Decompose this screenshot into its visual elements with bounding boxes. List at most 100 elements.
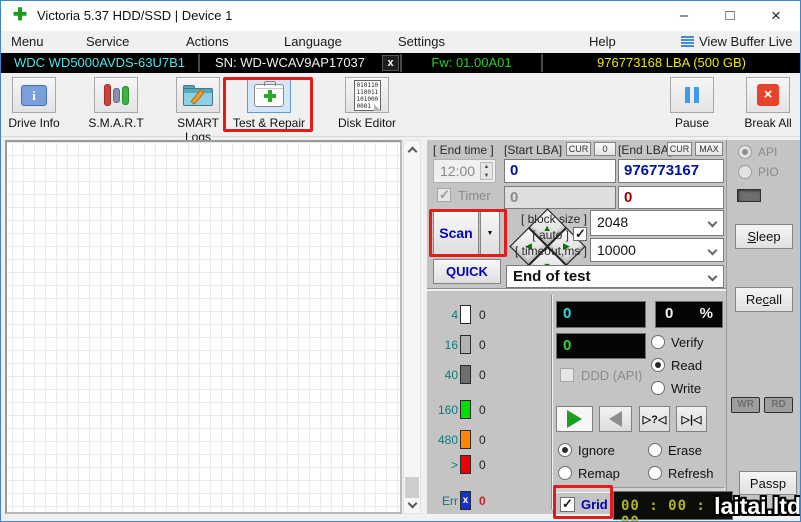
drive-info-icon: i xyxy=(21,85,47,106)
back-button[interactable] xyxy=(599,406,632,432)
side-strip-panel: API PIO Sleep Recall WR RD Passp xyxy=(726,140,800,514)
menu-item-help[interactable]: Help xyxy=(585,31,620,53)
device-firmware: Fw: 01.00A01 xyxy=(402,53,541,73)
erase-radio[interactable] xyxy=(648,443,662,457)
device-close-icon[interactable]: x xyxy=(382,55,399,71)
end-lba-cur-button[interactable]: CUR xyxy=(667,142,692,156)
start-lba-input[interactable]: 0 xyxy=(504,159,616,183)
menu-item-menu[interactable]: Menu xyxy=(7,31,48,53)
titlebar: ✚ Victoria 5.37 HDD/SSD | Device 1 – □ × xyxy=(1,1,800,31)
remap-radio[interactable] xyxy=(558,466,572,480)
menu-item-view-buffer-live[interactable]: View Buffer Live xyxy=(695,31,796,53)
read-radio[interactable] xyxy=(651,358,665,372)
api-radio[interactable] xyxy=(738,145,752,159)
write-radio[interactable] xyxy=(651,381,665,395)
menu-item-actions[interactable]: Actions xyxy=(182,31,233,53)
ddd-api-checkbox[interactable] xyxy=(560,368,574,382)
passp-button[interactable]: Passp xyxy=(739,471,797,495)
sleep-button[interactable]: Sleep xyxy=(735,224,793,249)
legend-label: 160 xyxy=(427,403,458,417)
annotation-box-grid xyxy=(553,485,613,519)
legend-label: Err xyxy=(427,494,458,508)
pause-icon xyxy=(685,87,699,103)
minimize-button[interactable]: – xyxy=(661,1,707,31)
end-of-test-combo[interactable]: End of test xyxy=(506,265,724,288)
victoria-app-window: ✚ Victoria 5.37 HDD/SSD | Device 1 – □ ×… xyxy=(0,0,801,522)
legend-count: 0 xyxy=(479,368,486,382)
verify-radio[interactable] xyxy=(651,335,665,349)
auto-label: [ auto ] xyxy=(507,228,569,242)
legend-label: 40 xyxy=(427,368,458,382)
scroll-up-icon[interactable] xyxy=(404,141,420,158)
maximize-button[interactable]: □ xyxy=(707,1,753,31)
rd-button[interactable]: RD xyxy=(764,397,793,413)
play-button[interactable] xyxy=(556,406,593,432)
start-lba-secondary-input: 0 xyxy=(504,186,616,209)
pause-button[interactable]: Pause xyxy=(664,77,720,130)
menu-item-service[interactable]: Service xyxy=(82,31,133,53)
pio-radio[interactable] xyxy=(738,165,752,179)
spinner-arrows-icon[interactable]: ▲▼ xyxy=(480,162,493,180)
scan-grid-map[interactable] xyxy=(5,140,402,514)
binary-page-icon: 010110110011 1010000001 xyxy=(354,80,381,111)
menubar: Menu Service Actions Language Settings H… xyxy=(1,31,800,53)
legend-block xyxy=(460,455,471,474)
lcd-defects-display: 0 xyxy=(556,333,646,359)
ignore-radio[interactable] xyxy=(558,443,572,457)
remap-label: Remap xyxy=(578,466,620,481)
start-lba-cur-button[interactable]: CUR xyxy=(566,142,591,156)
combo-chevron-icon xyxy=(708,218,718,228)
legend-label: 480 xyxy=(427,433,458,447)
scrollbar-thumb[interactable] xyxy=(405,477,419,498)
auto-checkbox[interactable] xyxy=(573,227,587,241)
read-label: Read xyxy=(671,358,702,373)
refresh-radio[interactable] xyxy=(648,466,662,480)
play-icon xyxy=(567,410,582,428)
legend-label: > xyxy=(427,458,458,472)
verify-label: Verify xyxy=(671,335,704,350)
end-time-spinner[interactable]: 12:00 ▲▼ xyxy=(433,159,496,183)
step-icon: ▷|◁ xyxy=(682,413,702,426)
erase-label: Erase xyxy=(668,443,702,458)
legend-count: 0 xyxy=(479,338,486,352)
device-capacity: 976773168 LBA (500 GB) xyxy=(543,53,800,73)
block-size-label: [ block size ] xyxy=(507,212,587,226)
test-tubes-icon xyxy=(94,77,138,113)
recall-button[interactable]: Recall xyxy=(735,287,793,312)
disk-editor-button[interactable]: 010110110011 1010000001 Disk Editor xyxy=(335,77,399,130)
smart-logs-button[interactable]: SMART Logs xyxy=(165,77,231,144)
legend-count: 0 xyxy=(479,494,486,508)
grid-scrollbar[interactable] xyxy=(403,140,421,514)
annotation-box-scan xyxy=(429,209,507,257)
end-time-label: [ End time ] xyxy=(433,143,494,157)
device-model[interactable]: WDC WD5000AVDS-63U7B1 xyxy=(1,53,198,73)
step-button[interactable]: ▷|◁ xyxy=(676,406,707,432)
menu-item-language[interactable]: Language xyxy=(280,31,346,53)
seek-error-button[interactable]: ▷?◁ xyxy=(639,406,670,432)
legend-block xyxy=(460,400,471,419)
quick-button[interactable]: QUICK xyxy=(433,259,501,284)
timer-checkbox[interactable] xyxy=(437,188,451,202)
break-all-button[interactable]: × Break All xyxy=(739,77,797,130)
pio-label: PIO xyxy=(758,165,779,179)
legend-count: 0 xyxy=(479,458,486,472)
start-lba-zero-button[interactable]: 0 xyxy=(594,142,616,156)
start-lba-label: [Start LBA] xyxy=(504,143,562,157)
scroll-down-icon[interactable] xyxy=(404,496,420,513)
end-lba-secondary-input[interactable]: 0 xyxy=(618,186,724,209)
legend-label: 16 xyxy=(427,338,458,352)
legend-label: 4 xyxy=(427,308,458,322)
write-label: Write xyxy=(671,381,701,396)
end-lba-max-button[interactable]: MAX xyxy=(695,142,723,156)
monitor-panel: 4 0 16 0 40 0 160 0 480 0 > 0 Err x 0 0 … xyxy=(427,290,726,514)
folder-pencil-icon xyxy=(183,85,213,106)
end-lba-input[interactable]: 976773167 xyxy=(618,159,724,183)
menu-item-settings[interactable]: Settings xyxy=(394,31,449,53)
block-size-combo[interactable]: 2048 xyxy=(590,210,724,236)
drive-info-button[interactable]: i Drive Info xyxy=(5,77,63,130)
close-button[interactable]: × xyxy=(753,1,799,31)
smart-button[interactable]: S.M.A.R.T xyxy=(87,77,145,130)
seek-error-icon: ▷?◁ xyxy=(643,413,667,426)
wr-button[interactable]: WR xyxy=(731,397,760,413)
timeout-combo[interactable]: 10000 xyxy=(590,238,724,262)
